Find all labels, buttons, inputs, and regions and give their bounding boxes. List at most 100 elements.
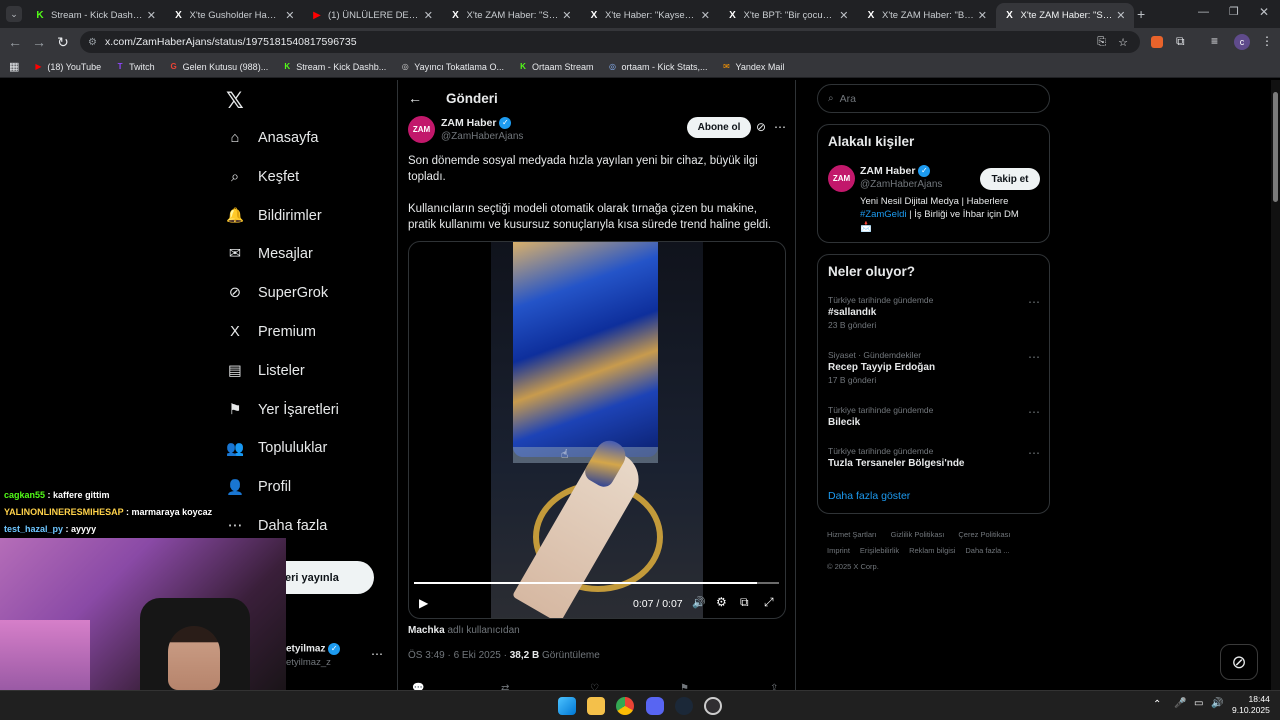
steam-icon[interactable] (675, 697, 693, 715)
tab-close-icon[interactable]: ✕ (424, 9, 433, 22)
tab-close-icon[interactable]: ✕ (147, 9, 156, 22)
tab-close-icon[interactable]: ✕ (839, 9, 848, 22)
page-scrollbar[interactable] (1271, 80, 1280, 690)
trend-item[interactable]: Siyaset · Gündemdekiler Recep Tayyip Erdo… (828, 350, 1040, 385)
back-icon[interactable]: ← (6, 33, 24, 51)
grok-float-button[interactable]: ⊘ (1220, 644, 1258, 680)
new-tab-button[interactable]: + (1137, 6, 1145, 22)
account-switcher[interactable]: etyilmaz ✓ etyilmaz_z ⋯ (286, 643, 386, 673)
chrome-icon[interactable] (616, 697, 634, 715)
footer-link[interactable]: Gizlilik Politikası (891, 530, 945, 539)
x-logo-icon[interactable]: 𝕏 (226, 88, 244, 114)
nav-item-profile[interactable]: 👤 Profil (226, 473, 291, 501)
footer-link[interactable]: Erişilebilirlik (860, 546, 899, 555)
nav-item-more[interactable]: ⋯ Daha fazla (226, 512, 328, 540)
browser-tab[interactable]: X X'te ZAM Haber: "Soba g✕ (442, 3, 580, 28)
maximize-button[interactable]: ❐ (1229, 5, 1239, 18)
nav-item-home[interactable]: ⌂ Anasayfa (226, 124, 319, 152)
tab-close-icon[interactable]: ✕ (285, 9, 294, 22)
back-arrow-icon[interactable]: ← (408, 90, 422, 106)
account-more-icon[interactable]: ⋯ (371, 647, 383, 661)
attribution-user[interactable]: Machka (408, 625, 445, 636)
browser-tab[interactable]: K Stream - Kick Dashboard ✕ (26, 3, 164, 28)
trend-item[interactable]: Türkiye tarihinde gündemde Tuzla Tersanel… (828, 446, 1040, 471)
bookmark-star-icon[interactable]: ☆ (1118, 36, 1128, 49)
bookmark-item[interactable]: T Twitch (115, 62, 155, 72)
browser-tab[interactable]: X X'te ZAM Haber: "Bir kad ✕ (857, 3, 995, 28)
footer-link[interactable]: Çerez Politikası (958, 530, 1010, 539)
fullscreen-icon[interactable]: ⤢ (764, 595, 774, 610)
bookmark-item[interactable]: ◎ Yayıncı Tokatlama O... (400, 62, 504, 72)
forward-icon[interactable]: → (30, 33, 48, 51)
author-avatar[interactable]: ZAM (408, 116, 435, 143)
extensions-puzzle-icon[interactable]: ⧉ (1176, 34, 1185, 49)
browser-tab[interactable]: X X'te Haber: "Kayseri'de b ✕ (580, 3, 718, 28)
bookmark-item[interactable]: ◎ ortaam - Kick Stats,... (607, 62, 708, 72)
install-icon[interactable]: ⎘ (1097, 36, 1106, 49)
tray-network-icon[interactable]: ▭ (1194, 698, 1203, 709)
site-info-icon[interactable]: ⚙ (88, 37, 97, 48)
video-player[interactable]: ▶ 0:07 / 0:07 🔊 ⚙ ⧉ ⤢ ☝ (408, 241, 786, 619)
tab-close-icon[interactable]: ✕ (1116, 9, 1125, 22)
discord-icon[interactable] (646, 697, 664, 715)
nav-item-notifications[interactable]: 🔔 Bildirimler (226, 202, 322, 230)
nav-item-supergrok[interactable]: ⊘ SuperGrok (226, 279, 328, 307)
nav-item-messages[interactable]: ✉ Mesajlar (226, 240, 313, 268)
reload-icon[interactable]: ↻ (54, 33, 72, 51)
tray-chevron-icon[interactable]: ⌃ (1153, 699, 1161, 710)
trend-more-icon[interactable]: ⋯ (1028, 350, 1040, 364)
tab-search-button[interactable]: ⌄ (6, 6, 22, 22)
play-icon[interactable]: ▶ (419, 596, 428, 610)
grok-icon[interactable]: ⊘ (756, 120, 766, 134)
tab-close-icon[interactable]: ✕ (978, 9, 987, 22)
related-name[interactable]: ZAM Haber (860, 165, 915, 177)
bookmark-item[interactable]: G Gelen Kutusu (988)... (169, 62, 269, 72)
windows-start-icon[interactable] (558, 697, 576, 715)
post-more-icon[interactable]: ⋯ (774, 120, 786, 134)
tab-list-icon[interactable]: ≡ (1211, 34, 1218, 48)
tab-close-icon[interactable]: ✕ (562, 9, 571, 22)
trend-item[interactable]: Türkiye tarihinde gündemde #sallandık 23 B… (828, 295, 1040, 330)
show-more-link[interactable]: Daha fazla göster (828, 490, 910, 502)
post-timestamp[interactable]: ÖS 3:49 · 6 Eki 2025 · (408, 650, 507, 661)
apps-grid-icon[interactable]: ▦ (9, 60, 19, 73)
trend-more-icon[interactable]: ⋯ (1028, 446, 1040, 460)
related-handle[interactable]: @ZamHaberAjans (860, 179, 942, 190)
browser-tab[interactable]: X X'te Gusholder Haber Bü✕ (165, 3, 303, 28)
bookmark-item[interactable]: ▶ (18) YouTube (33, 62, 101, 72)
trend-more-icon[interactable]: ⋯ (1028, 295, 1040, 309)
trend-more-icon[interactable]: ⋯ (1028, 405, 1040, 419)
nav-item-communities[interactable]: 👥 Topluluklar (226, 434, 327, 462)
taskbar-clock[interactable]: 18:44 9.10.2025 (1232, 694, 1270, 716)
file-explorer-icon[interactable] (587, 697, 605, 715)
author-handle[interactable]: @ZamHaberAjans (441, 131, 523, 142)
tray-volume-icon[interactable]: 🔊 (1211, 698, 1223, 709)
footer-link[interactable]: Hizmet Şartları (827, 530, 877, 539)
bookmark-item[interactable]: ✉ Yandex Mail (722, 62, 784, 72)
settings-gear-icon[interactable]: ⚙ (716, 595, 727, 609)
author-name[interactable]: ZAM Haber (441, 117, 496, 129)
browser-tab[interactable]: ▶ (1) ÜNLÜLERE DEV MADD ✕ (303, 3, 441, 28)
minimize-button[interactable]: — (1198, 6, 1209, 18)
video-progress-track[interactable] (414, 582, 779, 584)
volume-icon[interactable]: 🔊 (692, 596, 706, 609)
related-avatar[interactable]: ZAM (828, 165, 855, 192)
nav-item-explore[interactable]: ⌕ Keşfet (226, 163, 299, 191)
nav-item-premium[interactable]: X Premium (226, 318, 316, 346)
tray-mic-icon[interactable]: 🎤 (1174, 698, 1186, 709)
footer-link[interactable]: Imprint (827, 546, 850, 555)
follow-button[interactable]: Takip et (980, 168, 1040, 190)
footer-link[interactable]: Daha fazla ... (965, 546, 1009, 555)
subscribe-button[interactable]: Abone ol (687, 117, 751, 138)
browser-tab[interactable]: X X'te ZAM Haber: "Son dö✕ (995, 3, 1134, 28)
bio-hashtag[interactable]: #ZamGeldi (860, 209, 906, 220)
obs-icon[interactable] (704, 697, 722, 715)
nav-item-bookmarks[interactable]: ⚑ Yer İşaretleri (226, 396, 339, 424)
profile-avatar[interactable]: c (1234, 34, 1250, 50)
search-input[interactable]: ⌕ Ara (817, 84, 1050, 113)
browser-menu-icon[interactable]: ⋮ (1261, 34, 1273, 48)
footer-link[interactable]: Reklam bilgisi (909, 546, 955, 555)
extension-icon[interactable] (1151, 36, 1163, 48)
tab-close-icon[interactable]: ✕ (701, 9, 710, 22)
close-window-button[interactable]: ✕ (1259, 5, 1269, 19)
